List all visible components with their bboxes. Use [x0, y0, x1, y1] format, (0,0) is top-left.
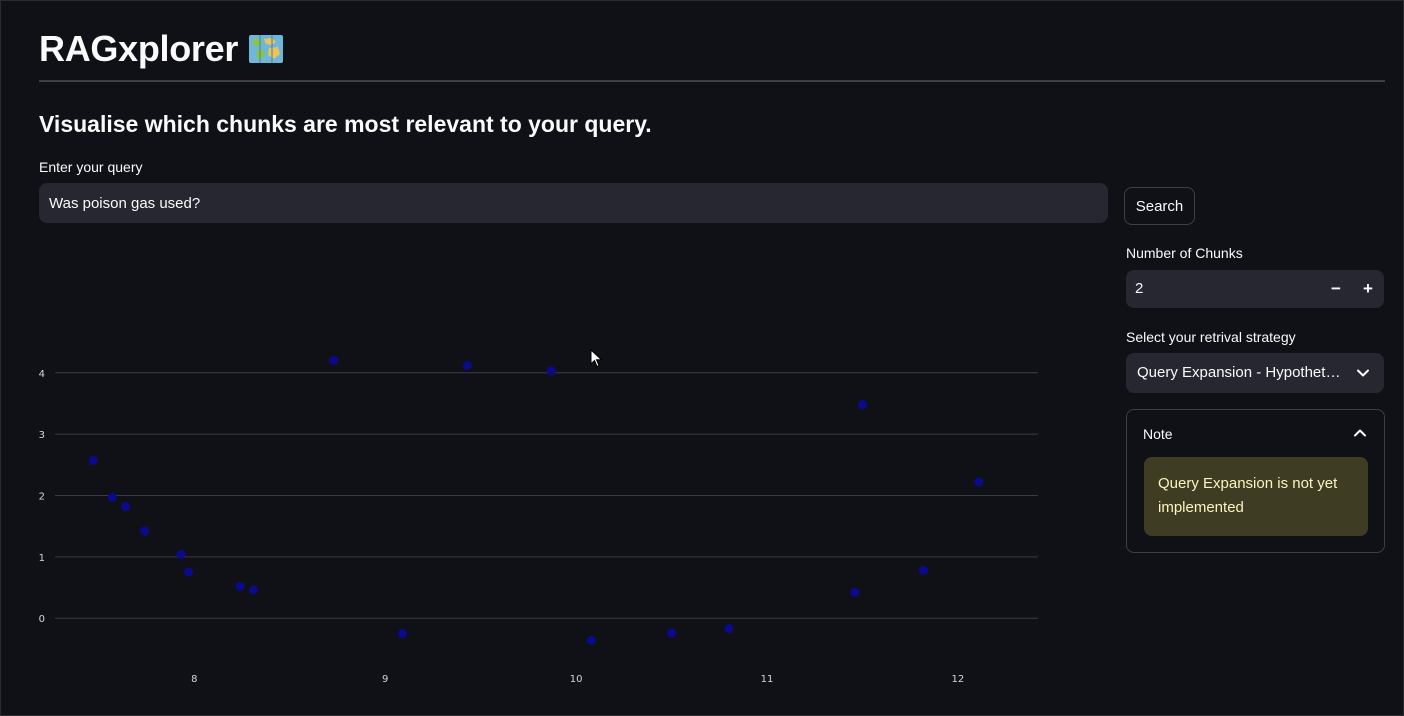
y-tick-label-1: 1 [39, 553, 45, 564]
scatter-point-13[interactable] [667, 628, 677, 638]
y-tick-label-0: 0 [39, 614, 45, 625]
mouse-cursor-icon [590, 349, 603, 368]
scatter-point-10[interactable] [462, 360, 472, 370]
strategy-label: Select your retrival strategy [1126, 329, 1296, 345]
scatter-point-2[interactable] [121, 502, 131, 512]
x-tick-label-3: 11 [761, 674, 774, 685]
x-tick-label-4: 12 [951, 674, 964, 685]
scatter-point-3[interactable] [140, 526, 150, 536]
scatter-point-0[interactable] [88, 456, 98, 466]
x-tick-label-2: 10 [570, 674, 583, 685]
scatter-point-17[interactable] [918, 565, 928, 575]
scatter-point-9[interactable] [397, 629, 407, 639]
page-subtitle: Visualise which chunks are most relevant… [39, 111, 652, 137]
strategy-select[interactable]: Query Expansion - Hypothetical Answer [1126, 353, 1384, 393]
query-input[interactable] [39, 183, 1108, 223]
scatter-point-15[interactable] [850, 587, 860, 597]
scatter-point-5[interactable] [184, 567, 194, 577]
x-tick-label-1: 9 [382, 674, 388, 685]
search-button[interactable]: Search [1124, 187, 1195, 225]
scatter-plot[interactable]: 012348 9 10 11 12 [0, 330, 1060, 700]
increment-button[interactable]: + [1352, 270, 1384, 308]
note-expander: Note Query Expansion is not yet implemen… [1126, 409, 1385, 553]
y-tick-label-2: 2 [39, 492, 45, 503]
scatter-point-11[interactable] [546, 366, 556, 376]
scatter-point-16[interactable] [857, 400, 867, 410]
scatter-point-14[interactable] [724, 624, 734, 634]
chevron-down-icon [1357, 369, 1369, 377]
y-tick-label-4: 4 [39, 369, 45, 380]
chunks-stepper[interactable]: 2 − + [1126, 270, 1384, 308]
page-title-text: RAGxplorer [39, 28, 239, 69]
page-title: RAGxplorer [39, 28, 284, 70]
warning-alert: Query Expansion is not yet implemented [1144, 457, 1368, 536]
world-map-icon [249, 35, 284, 63]
title-divider [39, 80, 1385, 82]
strategy-selected-value: Query Expansion - Hypothetical Answer [1137, 364, 1342, 381]
x-tick-label-0: 8 [191, 674, 197, 685]
chunks-value[interactable]: 2 [1135, 280, 1143, 297]
scatter-point-1[interactable] [107, 492, 117, 502]
scatter-point-4[interactable] [176, 549, 186, 559]
chunks-label: Number of Chunks [1126, 245, 1243, 261]
scatter-point-18[interactable] [974, 477, 984, 487]
chevron-up-icon[interactable] [1353, 426, 1367, 440]
scatter-point-8[interactable] [329, 356, 339, 366]
query-label: Enter your query [39, 159, 143, 175]
scatter-point-7[interactable] [249, 585, 259, 595]
scatter-point-12[interactable] [586, 635, 596, 645]
note-expander-header[interactable]: Note [1143, 426, 1173, 442]
decrement-button[interactable]: − [1320, 270, 1352, 308]
scatter-point-6[interactable] [235, 581, 245, 591]
y-tick-label-3: 3 [39, 430, 45, 441]
